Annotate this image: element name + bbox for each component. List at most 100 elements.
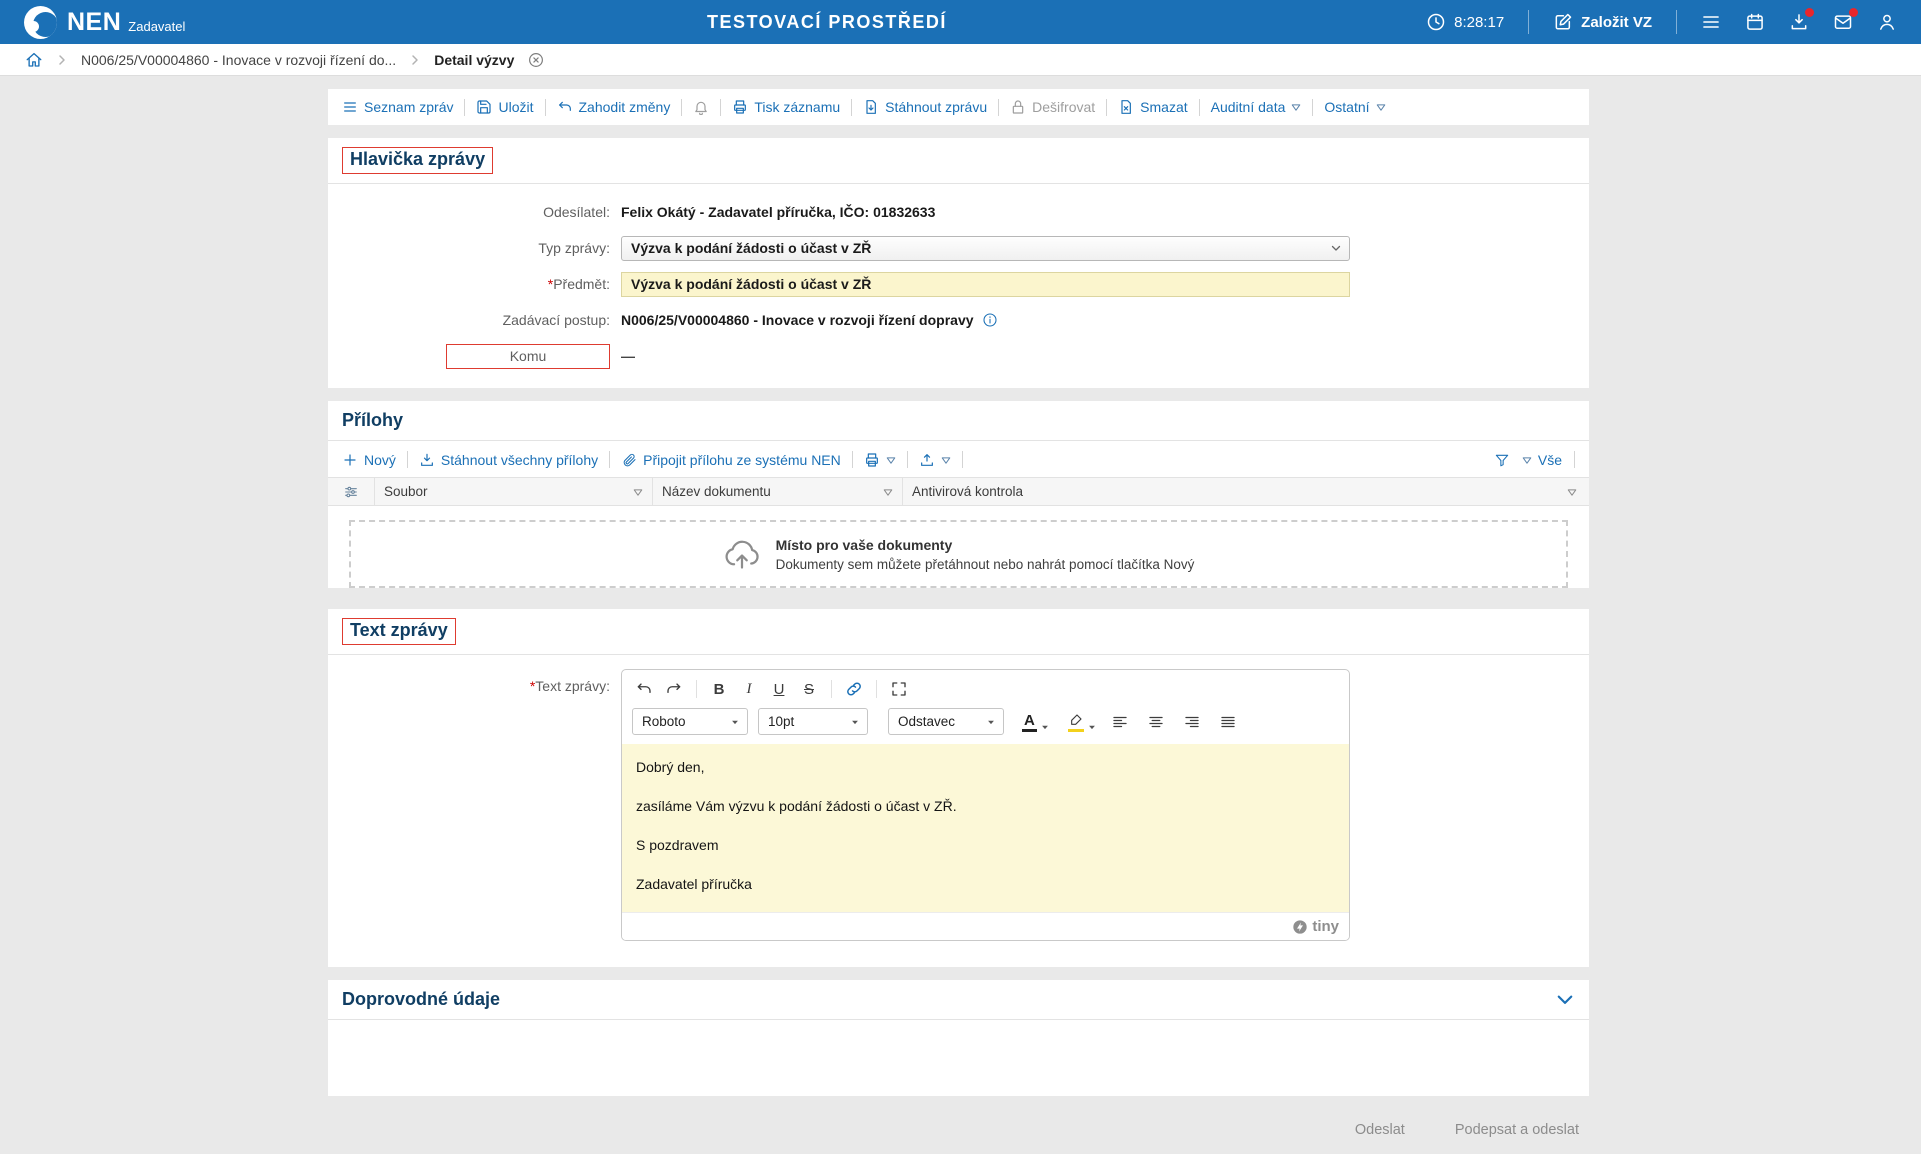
bold-button[interactable]: B: [705, 676, 733, 702]
fullscreen-button[interactable]: [885, 676, 913, 702]
komu-label: Komu: [510, 348, 547, 364]
underline-button[interactable]: U: [765, 676, 793, 702]
column-header-nazev-dokumentu[interactable]: Název dokumentu: [653, 478, 903, 505]
session-clock: 8:28:17: [1426, 12, 1504, 32]
column-filter-icon[interactable]: [633, 487, 643, 497]
column-filter-icon[interactable]: [883, 487, 893, 497]
font-size-select[interactable]: 10pt: [758, 708, 868, 735]
undo-icon: [635, 680, 653, 698]
print-attachments-button[interactable]: [864, 452, 896, 468]
tisk-zaznamu-label: Tisk záznamu: [754, 99, 840, 115]
tisk-zaznamu-button[interactable]: Tisk záznamu: [732, 99, 840, 115]
calendar-button[interactable]: [1745, 12, 1765, 32]
smazat-label: Smazat: [1140, 99, 1187, 115]
tinymce-logo[interactable]: tiny: [1292, 918, 1339, 935]
editor-toolbar-row1: B I U S: [622, 670, 1349, 705]
typ-zpravy-select[interactable]: Výzva k podání žádosti o účast v ZŘ: [621, 236, 1350, 261]
menu-button[interactable]: [1701, 12, 1721, 32]
komu-label-cell: Komu: [328, 344, 621, 369]
clock-icon: [1426, 12, 1446, 32]
italic-button[interactable]: I: [735, 676, 763, 702]
text-color-button[interactable]: A: [1022, 709, 1050, 735]
filter-preset-vse-button[interactable]: Vše: [1522, 452, 1562, 468]
tiny-logo-icon: [1292, 919, 1308, 935]
align-right-button[interactable]: [1179, 709, 1205, 735]
undo-button[interactable]: [630, 676, 658, 702]
desifrovat-button[interactable]: Dešifrovat: [1010, 99, 1095, 115]
messages-button[interactable]: [1833, 12, 1853, 32]
expand-chevron-icon[interactable]: [1555, 990, 1575, 1010]
section-title: Text zprávy: [350, 620, 448, 640]
grid-settings-button[interactable]: [328, 478, 375, 505]
column-label: Antivirová kontrola: [912, 484, 1023, 499]
font-family-select[interactable]: Roboto: [632, 708, 748, 735]
stahnout-zpravu-label: Stáhnout zprávu: [885, 99, 987, 115]
section-title: Hlavička zprávy: [350, 149, 485, 169]
divider: [696, 680, 697, 698]
seznam-zprav-button[interactable]: Seznam zpráv: [342, 99, 453, 115]
filter-funnel-icon[interactable]: [1494, 452, 1510, 468]
home-icon[interactable]: [25, 51, 43, 69]
highlight-color-button[interactable]: [1068, 709, 1097, 735]
accompanying-body: [328, 1020, 1589, 1096]
create-vz-button[interactable]: Založit VZ: [1553, 12, 1652, 32]
column-label: Soubor: [384, 484, 428, 499]
insert-link-button[interactable]: [840, 676, 868, 702]
editor-content[interactable]: Dobrý den, zasíláme Vám výzvu k podání ž…: [622, 744, 1349, 912]
select-caret-icon: [1040, 722, 1050, 732]
ulozit-label: Uložit: [498, 99, 533, 115]
ulozit-button[interactable]: Uložit: [476, 99, 533, 115]
font-size-value: 10pt: [768, 714, 794, 729]
nen-logo-icon[interactable]: [24, 6, 57, 39]
divider: [831, 680, 832, 698]
dropzone-subtitle: Dokumenty sem můžete přetáhnout nebo nah…: [776, 557, 1195, 572]
info-icon[interactable]: [982, 312, 998, 328]
align-center-button[interactable]: [1143, 709, 1169, 735]
attachments-grid-header: Soubor Název dokumentu Antivirová kontro…: [328, 477, 1589, 506]
lock-icon: [1010, 99, 1026, 115]
export-attachments-button[interactable]: [919, 452, 951, 468]
pripojit-prilohu-button[interactable]: Připojit přílohu ze systému NEN: [621, 452, 841, 468]
block-format-select[interactable]: Odstavec: [888, 708, 1004, 735]
redo-button[interactable]: [660, 676, 688, 702]
zahodit-zmeny-button[interactable]: Zahodit změny: [557, 99, 671, 115]
printer-icon: [864, 452, 880, 468]
vse-label: Vše: [1538, 452, 1562, 468]
typ-zpravy-label: Typ zprávy:: [328, 240, 621, 256]
close-tab-icon[interactable]: [527, 51, 545, 69]
column-header-antivirova-kontrola[interactable]: Antivirová kontrola: [903, 478, 1589, 505]
share-icon: [919, 452, 935, 468]
chevron-right-icon: [56, 54, 68, 66]
komu-field-highlight[interactable]: Komu: [446, 344, 610, 369]
chevron-down-icon: [1330, 242, 1342, 254]
column-filter-icon[interactable]: [1567, 487, 1577, 497]
breadcrumb-procedure[interactable]: N006/25/V00004860 - Inovace v rozvoji ří…: [81, 52, 396, 68]
align-justify-button[interactable]: [1215, 709, 1241, 735]
select-caret-icon: [1087, 722, 1097, 732]
dropdown-triangle-icon: [886, 455, 896, 465]
redo-icon: [665, 680, 683, 698]
strikethrough-button[interactable]: S: [795, 676, 823, 702]
auditni-data-button[interactable]: Auditní data: [1211, 99, 1302, 115]
align-left-icon: [1111, 713, 1129, 731]
dropzone-text: Místo pro vaše dokumenty Dokumenty sem m…: [776, 537, 1195, 572]
bell-icon: [693, 99, 709, 115]
stahnout-zpravu-button[interactable]: Stáhnout zprávu: [863, 99, 987, 115]
align-left-button[interactable]: [1107, 709, 1133, 735]
column-header-soubor[interactable]: Soubor: [375, 478, 653, 505]
stahnout-vsechny-prilohy-button[interactable]: Stáhnout všechny přílohy: [419, 452, 598, 468]
smazat-button[interactable]: Smazat: [1118, 99, 1187, 115]
editor-toolbar-row2: Roboto 10pt Odstavec A: [622, 705, 1349, 744]
divider: [1574, 451, 1575, 468]
novy-button[interactable]: Nový: [342, 452, 396, 468]
attachments-dropzone[interactable]: Místo pro vaše dokumenty Dokumenty sem m…: [349, 520, 1568, 588]
ostatni-button[interactable]: Ostatní: [1324, 99, 1385, 115]
downloads-button[interactable]: [1789, 12, 1809, 32]
predmet-input[interactable]: Výzva k podání žádosti o účast v ZŘ: [621, 272, 1350, 297]
notifications-button[interactable]: [693, 99, 709, 115]
odeslat-button[interactable]: Odeslat: [1355, 1122, 1405, 1138]
podepsat-a-odeslat-button[interactable]: Podepsat a odeslat: [1455, 1122, 1579, 1138]
attachments-section: Přílohy Nový Stáhnout všechny přílohy Př…: [328, 401, 1589, 588]
user-button[interactable]: [1877, 12, 1897, 32]
form-row-komu: Komu —: [328, 338, 1589, 374]
